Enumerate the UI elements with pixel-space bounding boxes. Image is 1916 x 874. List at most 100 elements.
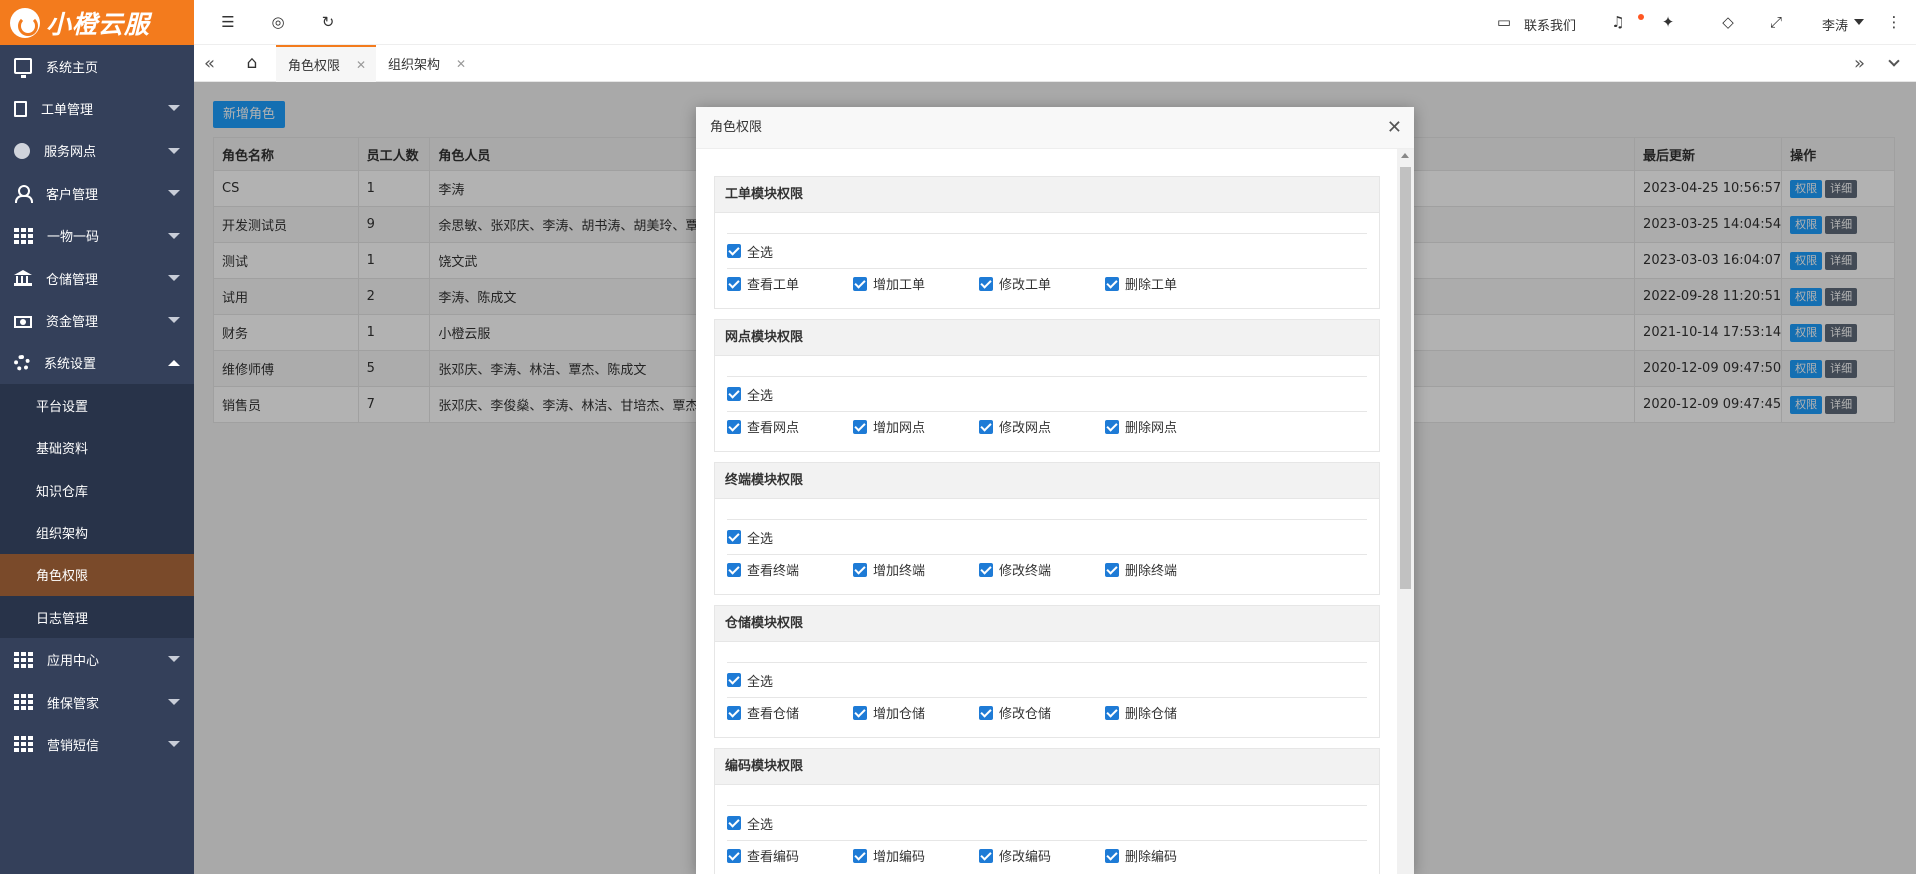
- grid-icon: [14, 227, 33, 244]
- perm-checkbox[interactable]: 删除工单: [1105, 274, 1231, 293]
- sidebar-subitem-roles[interactable]: 角色权限: [0, 553, 194, 597]
- perm-checkbox[interactable]: 修改编码: [979, 846, 1105, 865]
- perm-checkbox[interactable]: 增加网点: [853, 417, 979, 436]
- logo[interactable]: 小橙云服: [0, 0, 194, 45]
- tabs-scroll-right-icon[interactable]: »: [1854, 53, 1865, 74]
- tag-icon[interactable]: ◇: [1720, 14, 1736, 30]
- home-icon[interactable]: ⌂: [244, 55, 260, 72]
- perm-checkbox[interactable]: 查看网点: [727, 417, 853, 436]
- sidebar-subitem-org[interactable]: 组织架构: [0, 511, 194, 553]
- modal-scrollbar[interactable]: [1397, 149, 1414, 874]
- sidebar-item-codes[interactable]: 一物一码: [0, 215, 194, 257]
- modal-title: 角色权限: [710, 120, 763, 135]
- sidebar-item-maintenance[interactable]: 维保管家: [0, 681, 194, 723]
- sidebar-subitem-knowledge[interactable]: 知识仓库: [0, 469, 194, 511]
- sidebar-subitem-logs[interactable]: 日志管理: [0, 596, 194, 638]
- select-all-checkbox[interactable]: 全选: [727, 242, 773, 261]
- fullscreen-icon[interactable]: ⤢: [1768, 14, 1784, 30]
- sidebar-item-home[interactable]: 系统主页: [0, 45, 194, 87]
- perm-checkbox[interactable]: 删除终端: [1105, 560, 1231, 579]
- select-all-checkbox[interactable]: 全选: [727, 814, 773, 833]
- more-vertical-icon[interactable]: ⋮: [1886, 14, 1902, 30]
- perm-checkbox[interactable]: 查看终端: [727, 560, 853, 579]
- tab-roles[interactable]: 角色权限 ✕: [276, 45, 376, 82]
- caret-down-icon: [168, 105, 180, 112]
- user-name[interactable]: 李涛: [1822, 15, 1848, 34]
- close-icon[interactable]: ✕: [456, 57, 466, 71]
- select-all-checkbox[interactable]: 全选: [727, 528, 773, 547]
- user-icon: [14, 185, 33, 204]
- sidebar-item-apps[interactable]: 应用中心: [0, 638, 194, 680]
- checkbox-label: 增加仓储: [873, 707, 926, 722]
- palette-icon[interactable]: ✦: [1660, 14, 1676, 30]
- scroll-up-icon[interactable]: [1401, 153, 1409, 158]
- checkbox-label: 增加编码: [873, 850, 926, 865]
- checkbox-checked-icon: [979, 705, 993, 720]
- globe-icon[interactable]: ◎: [270, 14, 286, 30]
- perm-checkbox[interactable]: 修改网点: [979, 417, 1105, 436]
- caret-down-icon[interactable]: [1854, 19, 1864, 25]
- checkbox-checked-icon: [979, 419, 993, 434]
- checkbox-checked-icon: [727, 530, 741, 544]
- sidebar-item-funds[interactable]: 资金管理: [0, 299, 194, 341]
- grid-icon: [14, 736, 33, 753]
- scrollbar-thumb[interactable]: [1400, 167, 1411, 589]
- select-all-checkbox[interactable]: 全选: [727, 671, 773, 690]
- perm-checkbox[interactable]: 修改仓储: [979, 703, 1105, 722]
- checkbox-checked-icon: [1105, 419, 1119, 434]
- sidebar-item-warehouse[interactable]: 仓储管理: [0, 257, 194, 299]
- close-icon[interactable]: ✕: [356, 58, 366, 72]
- sidebar-item-label: 维保管家: [47, 696, 100, 712]
- checkbox-label: 删除编码: [1125, 850, 1178, 865]
- checkbox-checked-icon: [727, 419, 741, 434]
- bell-icon[interactable]: ♫: [1610, 14, 1626, 30]
- perm-checkbox[interactable]: 修改终端: [979, 560, 1105, 579]
- checkbox-label: 修改工单: [999, 278, 1052, 293]
- perm-checkbox[interactable]: 增加编码: [853, 846, 979, 865]
- checkbox-checked-icon: [1105, 848, 1119, 863]
- menu-toggle-icon[interactable]: ☰: [220, 14, 236, 30]
- checkbox-label: 修改仓储: [999, 707, 1052, 722]
- chat-icon[interactable]: ▭: [1496, 14, 1512, 30]
- perm-checkbox[interactable]: 删除编码: [1105, 846, 1231, 865]
- checkbox-checked-icon: [727, 276, 741, 291]
- bank-icon: [14, 270, 32, 287]
- tabs-scroll-left-icon[interactable]: «: [204, 53, 215, 74]
- select-all-checkbox[interactable]: 全选: [727, 385, 773, 404]
- chevron-down-icon[interactable]: [1888, 55, 1900, 67]
- checkbox-checked-icon: [979, 562, 993, 577]
- tab-org[interactable]: 组织架构 ✕: [376, 45, 472, 82]
- sidebar-item-service-outlets[interactable]: 服务网点: [0, 130, 194, 172]
- sidebar-item-customers[interactable]: 客户管理: [0, 172, 194, 214]
- sidebar-item-sms[interactable]: 营销短信: [0, 723, 194, 765]
- checkbox-label: 全选: [747, 245, 774, 261]
- checkbox-label: 查看工单: [747, 278, 800, 293]
- perm-checkbox[interactable]: 增加终端: [853, 560, 979, 579]
- checkbox-label: 修改编码: [999, 850, 1052, 865]
- sidebar-subitem-basic-data[interactable]: 基础资料: [0, 427, 194, 469]
- sidebar-item-label: 工单管理: [41, 103, 94, 119]
- tabs-bar: « ⌂ 角色权限 ✕ 组织架构 ✕ »: [194, 45, 1916, 82]
- sidebar-item-system-settings[interactable]: 系统设置: [0, 342, 194, 384]
- perm-checkbox[interactable]: 删除仓储: [1105, 703, 1231, 722]
- sidebar-item-label: 资金管理: [46, 315, 99, 331]
- refresh-icon[interactable]: ↻: [320, 14, 336, 30]
- contact-link[interactable]: 联系我们: [1524, 15, 1576, 34]
- perm-checkbox[interactable]: 查看工单: [727, 274, 853, 293]
- caret-down-icon: [168, 656, 180, 663]
- perm-checkbox[interactable]: 增加工单: [853, 274, 979, 293]
- checkbox-label: 删除仓储: [1125, 707, 1178, 722]
- perm-checkbox[interactable]: 查看仓储: [727, 703, 853, 722]
- checkbox-label: 删除网点: [1125, 421, 1178, 436]
- perm-checkbox[interactable]: 增加仓储: [853, 703, 979, 722]
- close-icon[interactable]: ✕: [1387, 107, 1402, 149]
- perm-checkbox[interactable]: 修改工单: [979, 274, 1105, 293]
- sidebar: 小橙云服 系统主页 工单管理 服务网点 客户管理 一物一码 仓储管理 资金管理 …: [0, 0, 194, 874]
- grid-icon: [14, 694, 33, 711]
- checkbox-checked-icon: [853, 848, 867, 863]
- checkbox-label: 删除工单: [1125, 278, 1178, 293]
- sidebar-subitem-platform[interactable]: 平台设置: [0, 384, 194, 426]
- sidebar-item-work-orders[interactable]: 工单管理: [0, 87, 194, 129]
- perm-checkbox[interactable]: 查看编码: [727, 846, 853, 865]
- perm-checkbox[interactable]: 删除网点: [1105, 417, 1231, 436]
